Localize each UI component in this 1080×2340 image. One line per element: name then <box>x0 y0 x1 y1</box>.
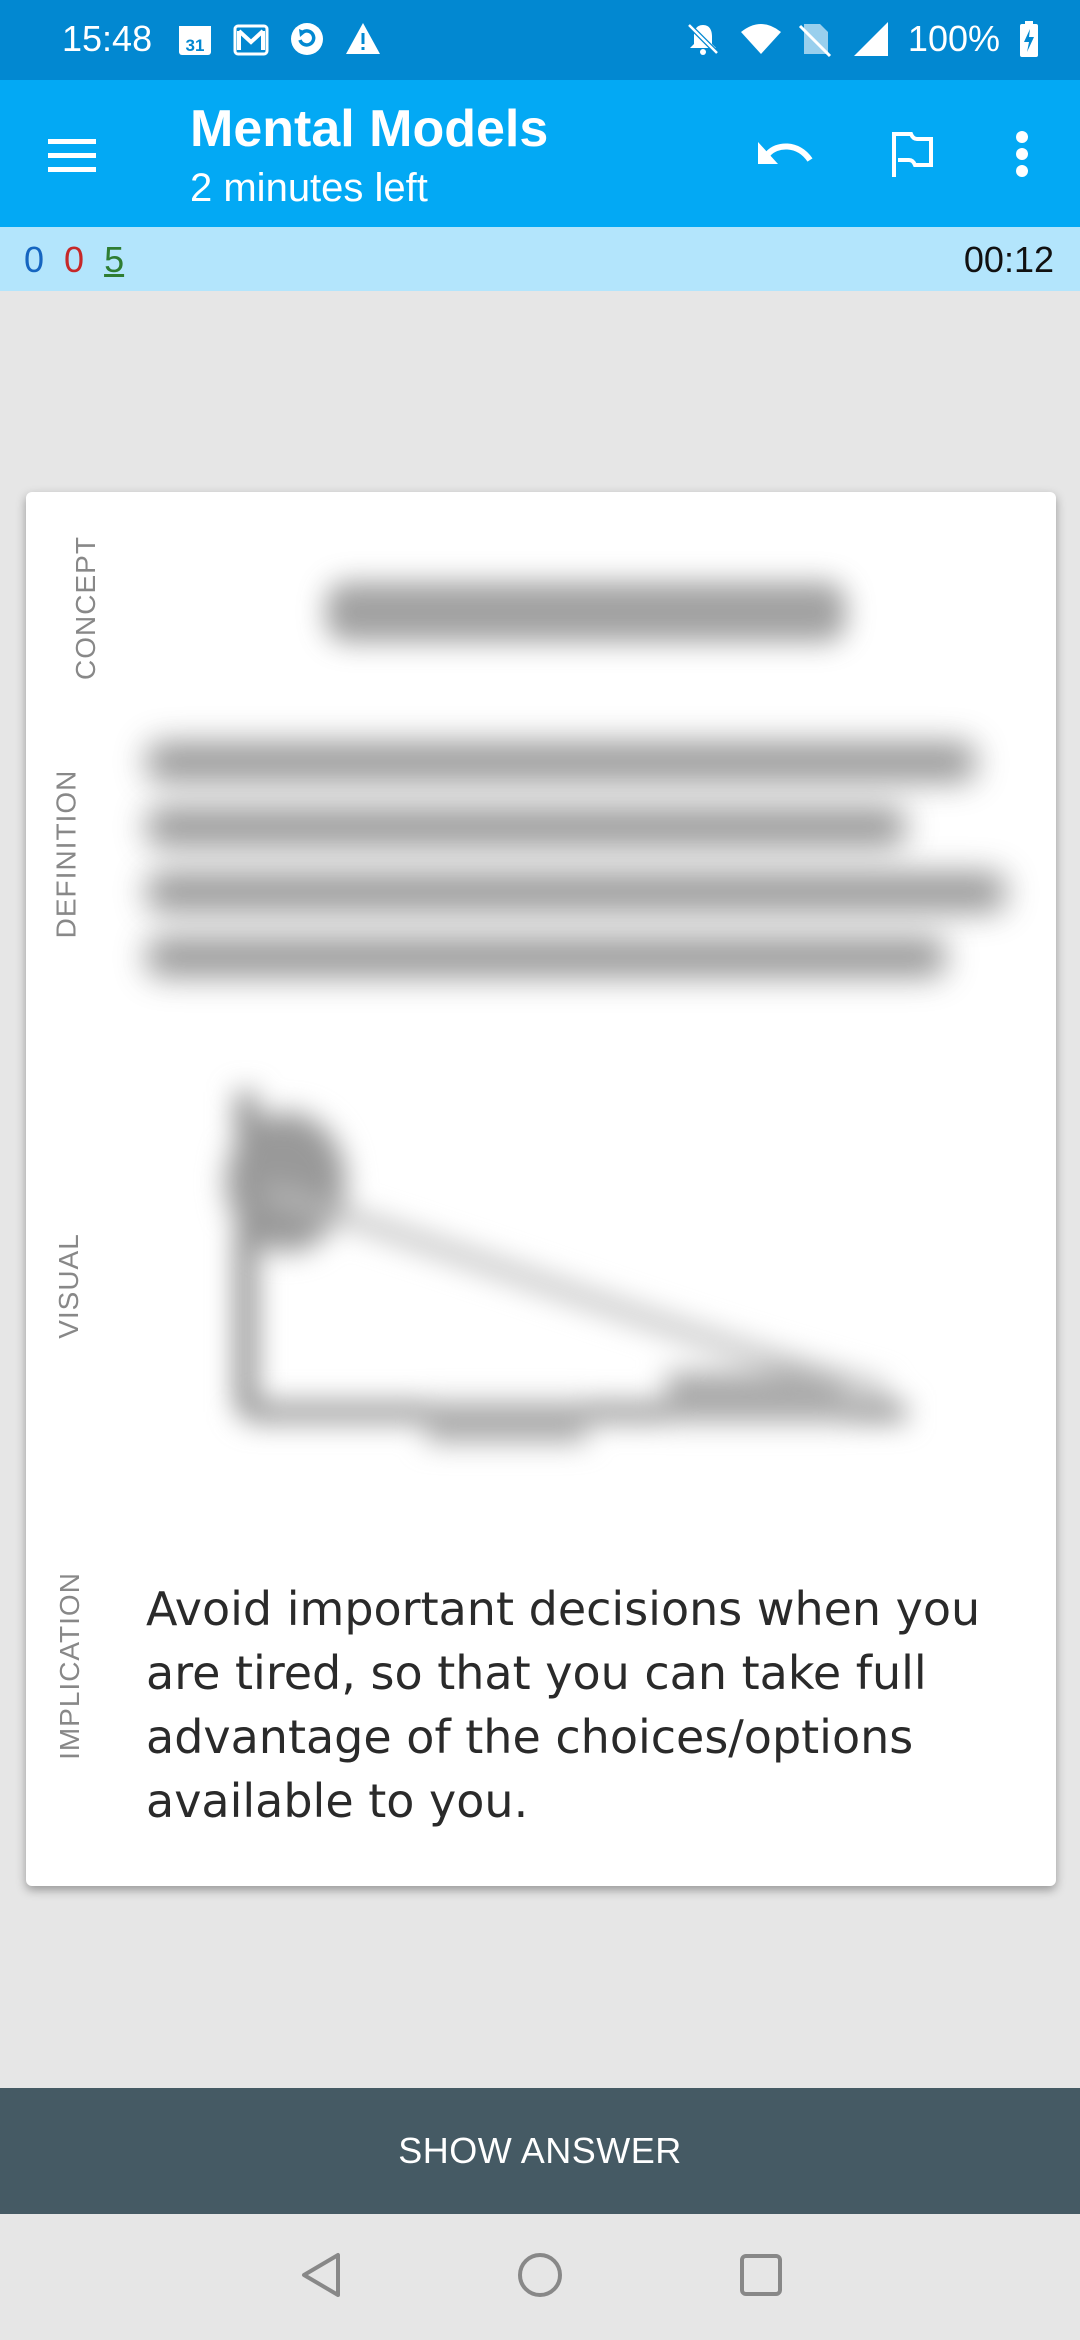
recents-button[interactable] <box>728 2244 794 2310</box>
battery-percent: 100% <box>907 18 1000 59</box>
more-options-button[interactable] <box>986 120 1058 192</box>
card-counts: 0 0 5 <box>24 239 124 281</box>
hidden-concept-title <box>326 582 846 642</box>
undo-icon <box>754 134 814 179</box>
app-bar: Mental Models 2 minutes left <box>0 80 1080 227</box>
section-label-concept: CONCEPT <box>69 536 101 680</box>
more-vert-icon <box>1014 130 1030 183</box>
navigation-bar <box>0 2214 1080 2340</box>
time-remaining: 2 minutes left <box>190 166 428 211</box>
notifications-off-icon <box>684 20 722 58</box>
section-label-implication: IMPLICATION <box>53 1572 85 1760</box>
flag-icon <box>887 129 937 184</box>
status-system-icons: 100% <box>684 18 1056 60</box>
hidden-visual <box>166 1072 926 1452</box>
wifi-icon <box>740 20 781 58</box>
deck-title: Mental Models <box>190 100 549 158</box>
back-button[interactable] <box>288 2244 354 2310</box>
status-notification-icons: 31 <box>176 20 382 58</box>
card-timer: 00:12 <box>963 239 1054 280</box>
new-count: 0 <box>24 239 45 280</box>
flag-button[interactable] <box>876 120 948 192</box>
flashcard[interactable]: CONCEPT DEFINITION VISUAL IMPLICATION Av… <box>26 492 1056 1886</box>
implication-text: Avoid important decisions when you are t… <box>146 1582 981 1828</box>
section-label-definition: DEFINITION <box>50 769 82 939</box>
status-time: 15:48 <box>62 18 153 59</box>
battery-charging-icon <box>1018 20 1056 58</box>
warning-icon <box>344 20 382 58</box>
menu-icon <box>46 135 98 180</box>
signal-icon <box>852 20 890 58</box>
home-button[interactable] <box>507 2244 573 2310</box>
recents-icon <box>738 2252 784 2303</box>
review-count: 5 <box>104 239 125 280</box>
learning-count: 0 <box>64 239 85 280</box>
counts-bar: 0 0 5 00:12 <box>0 227 1080 291</box>
back-icon <box>298 2250 344 2305</box>
calendar-icon: 31 <box>176 20 214 58</box>
show-answer-button[interactable]: SHOW ANSWER <box>0 2088 1080 2214</box>
status-bar: 15:48 31 100% <box>0 0 1080 80</box>
gmail-icon <box>232 20 270 58</box>
sync-icon <box>288 20 326 58</box>
app-titles: Mental Models 2 minutes left <box>190 98 548 212</box>
home-icon <box>515 2250 565 2305</box>
menu-button[interactable] <box>40 125 104 189</box>
no-sim-icon <box>796 20 834 58</box>
calendar-day: 31 <box>186 36 205 55</box>
undo-button[interactable] <box>748 120 820 192</box>
section-label-visual: VISUAL <box>52 1233 84 1339</box>
